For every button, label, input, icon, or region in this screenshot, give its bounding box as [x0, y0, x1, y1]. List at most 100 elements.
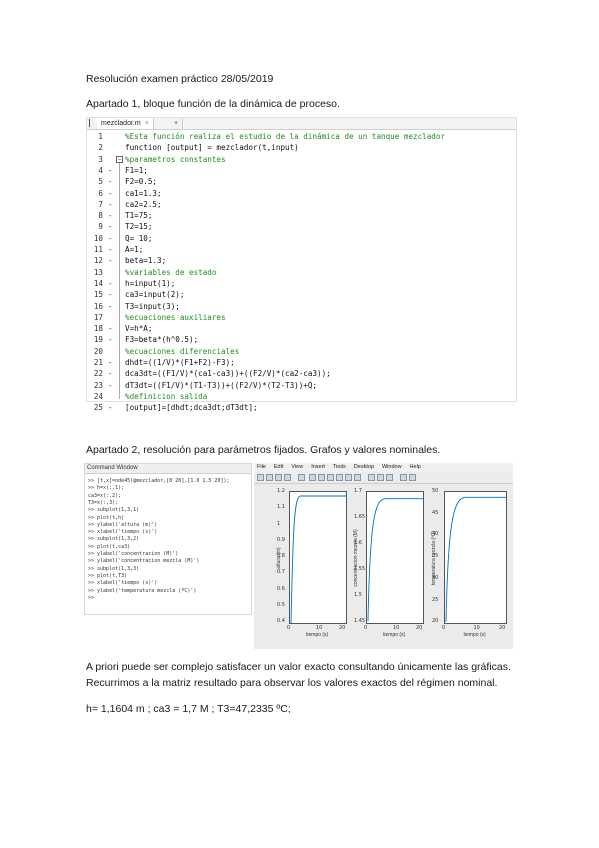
- x-tick-label: 10: [316, 625, 323, 631]
- menu-item[interactable]: Edit: [274, 464, 283, 470]
- code-line[interactable]: dT3dt=((F1/V)*(T1-T3))+((F2/V)*(T2-T3))+…: [125, 380, 317, 391]
- menu-item[interactable]: Desktop: [354, 464, 374, 470]
- menu-item[interactable]: View: [291, 464, 303, 470]
- pan-icon[interactable]: [327, 474, 334, 481]
- code-line[interactable]: T2=15;: [125, 221, 152, 232]
- line-number: 12: [93, 256, 103, 266]
- code-line[interactable]: F2=0.5;: [125, 176, 157, 187]
- breakpoint-marker[interactable]: -: [108, 357, 113, 368]
- line-gutter: 10-: [87, 233, 125, 244]
- breakpoint-marker[interactable]: -: [108, 380, 113, 391]
- breakpoint-marker[interactable]: -: [108, 233, 113, 244]
- link-icon[interactable]: [368, 474, 375, 481]
- code-line[interactable]: Q= 10;: [125, 233, 152, 244]
- open-icon[interactable]: [266, 474, 273, 481]
- line-number: 14: [93, 278, 103, 288]
- line-number: 4: [98, 165, 103, 175]
- plot-axes[interactable]: [444, 491, 507, 624]
- command-line: >> plot(t,T3): [88, 572, 128, 579]
- pointer-icon[interactable]: [298, 474, 305, 481]
- breakpoint-marker[interactable]: -: [108, 368, 113, 379]
- tab-label: mezclador.m: [101, 120, 141, 127]
- code-line[interactable]: T1=75;: [125, 210, 152, 221]
- breakpoint-marker[interactable]: -: [108, 334, 113, 345]
- breakpoint-marker[interactable]: -: [108, 221, 113, 232]
- code-line[interactable]: dca3dt=((F1/V)*(ca1-ca3))+((F2/V)*(ca2-c…: [125, 368, 331, 379]
- menu-item[interactable]: File: [257, 464, 266, 470]
- code-line[interactable]: ca1=1.3;: [125, 188, 162, 199]
- code-line[interactable]: V=h*A;: [125, 323, 152, 334]
- line-number: 9: [98, 222, 103, 232]
- plot-axes[interactable]: [289, 491, 347, 624]
- code-line[interactable]: ca2=2.5;: [125, 199, 162, 210]
- code-line[interactable]: %parametros constantes: [125, 154, 226, 165]
- menu-item[interactable]: Tools: [333, 464, 346, 470]
- line-number: 19: [93, 335, 103, 345]
- command-line: >> ylabel('altura (m)'): [88, 521, 158, 528]
- code-line[interactable]: %variables de estado: [125, 267, 216, 278]
- colorbar-icon[interactable]: [377, 474, 384, 481]
- line-gutter: 9-: [87, 221, 125, 232]
- code-line[interactable]: %Esta función realiza el estudio de la d…: [125, 131, 445, 142]
- code-line[interactable]: [output]=[dhdt;dca3dt;dT3dt];: [125, 402, 258, 413]
- code-line[interactable]: beta=1.3;: [125, 255, 166, 266]
- rotate-icon[interactable]: [336, 474, 343, 481]
- code-line[interactable]: ca3=input(2);: [125, 289, 184, 300]
- new-figure-icon[interactable]: [257, 474, 264, 481]
- line-gutter: 17: [87, 312, 125, 323]
- code-line[interactable]: T3=input(3);: [125, 301, 180, 312]
- code-line[interactable]: dhdt=((1/V)*(F1+F2)-F3);: [125, 357, 235, 368]
- dock-icon[interactable]: [409, 474, 416, 481]
- breakpoint-marker[interactable]: -: [108, 176, 113, 187]
- line-number: 11: [93, 245, 103, 254]
- breakpoint-marker[interactable]: -: [108, 323, 113, 334]
- x-tick-label: 20: [339, 625, 346, 631]
- code-line[interactable]: A=1;: [125, 244, 143, 255]
- menu-item[interactable]: Help: [410, 464, 421, 470]
- breakpoint-marker[interactable]: -: [108, 289, 113, 300]
- print-icon[interactable]: [284, 474, 291, 481]
- breakpoint-marker[interactable]: -: [108, 244, 113, 255]
- breakpoint-marker[interactable]: -: [108, 301, 113, 312]
- line-gutter: 11-: [87, 244, 125, 255]
- editor-tab-bar: mezclador.m × +: [87, 118, 516, 130]
- line-gutter: 5-: [87, 176, 125, 187]
- code-line[interactable]: F3=beta*(h^0.5);: [125, 334, 198, 345]
- hide-tools-icon[interactable]: [400, 474, 407, 481]
- save-icon[interactable]: [275, 474, 282, 481]
- legend-icon[interactable]: [386, 474, 393, 481]
- line-number: 17: [93, 312, 103, 322]
- menu-item[interactable]: Insert: [311, 464, 325, 470]
- x-tick-label: 10: [473, 625, 480, 631]
- breakpoint-marker[interactable]: -: [108, 188, 113, 199]
- data-cursor-icon[interactable]: [345, 474, 352, 481]
- breakpoint-marker[interactable]: -: [108, 199, 113, 210]
- code-line[interactable]: F1=1;: [125, 165, 148, 176]
- brush-icon[interactable]: [354, 474, 361, 481]
- line-gutter: 16-: [87, 301, 125, 312]
- line-number: 24: [93, 391, 103, 401]
- command-line: >> ylabel('temperatura mezcla (ºC)'): [88, 587, 197, 594]
- plot-axes[interactable]: [366, 491, 424, 624]
- code-line[interactable]: %definicion salida: [125, 391, 207, 402]
- close-icon[interactable]: ×: [145, 120, 149, 127]
- breakpoint-marker[interactable]: -: [108, 255, 113, 266]
- breakpoint-marker[interactable]: -: [108, 165, 113, 176]
- line-number: 6: [98, 188, 103, 198]
- breakpoint-marker[interactable]: -: [108, 402, 113, 413]
- tab-mezclador[interactable]: mezclador.m ×: [97, 118, 154, 129]
- zoom-out-icon[interactable]: [318, 474, 325, 481]
- code-line[interactable]: h=input(1);: [125, 278, 175, 289]
- code-line[interactable]: function [output] = mezclador(t,input): [125, 142, 299, 153]
- code-line[interactable]: %ecuaciones diferenciales: [125, 346, 239, 357]
- add-tab-icon[interactable]: +: [170, 118, 183, 129]
- line-number: 20: [93, 346, 103, 356]
- breakpoint-marker[interactable]: -: [108, 210, 113, 221]
- breakpoint-marker[interactable]: -: [108, 278, 113, 289]
- line-number: 2: [98, 143, 103, 153]
- y-tick-label: 1.1: [277, 504, 285, 511]
- code-line[interactable]: %ecuaciones auxiliares: [125, 312, 226, 323]
- line-number: 1: [98, 132, 103, 141]
- menu-item[interactable]: Window: [382, 464, 402, 470]
- zoom-in-icon[interactable]: [309, 474, 316, 481]
